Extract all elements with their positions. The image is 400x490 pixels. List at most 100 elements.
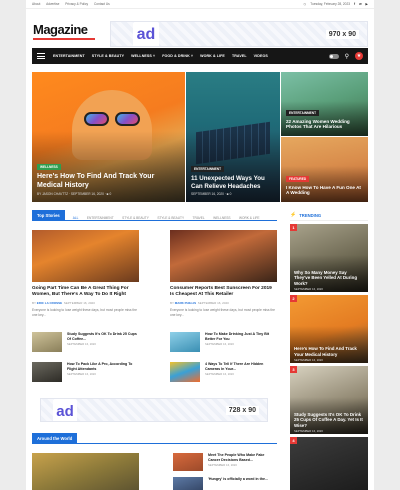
rank-badge: 2 [290,295,297,302]
story-thumb[interactable] [32,362,62,382]
nav-item-style-beauty[interactable]: STYLE & BEAUTY [92,54,124,58]
story-author[interactable]: ERIC LA CROSSE [37,301,62,305]
search-icon[interactable]: ⚲ [345,53,349,60]
hero-second-meta: SEPTEMBER 16, 2020 · ■ 0 [191,192,232,196]
twitter-icon[interactable]: w [359,2,361,6]
flame-icon[interactable]: ★ [355,52,363,60]
facebook-icon[interactable]: f [354,2,355,6]
header-ad-banner[interactable]: ad 970 x 90 [110,21,368,47]
story-title[interactable]: Consumer Reports Best Sunscreen For 2019… [170,286,277,298]
story-thumb[interactable] [173,453,203,471]
nav-item-wellness[interactable]: WELLNESS ˅ [131,54,155,58]
small-story[interactable]: How To Pack Like A Pro, According To Fli… [32,362,139,382]
category-badge[interactable]: WELLNESS [37,164,61,171]
small-story[interactable]: 4 Ways To Tell If There Are Hidden Camer… [170,362,277,382]
story-author[interactable]: MARK PHILLIS [175,301,196,305]
tab-style-beauty[interactable]: STYLE & BEAUTY [122,216,149,220]
category-badge[interactable]: ENTERTAINMENT [191,166,225,173]
tab-entertainment[interactable]: ENTERTAINMENT [87,216,114,220]
content-ad-banner[interactable]: ad 728 x 90 [40,398,268,422]
nav-item-videos[interactable]: VIDEOS [254,54,268,58]
ad-size-label: 970 x 90 [325,30,359,39]
category-badge[interactable]: FEATURED [286,175,310,182]
top-bar: About Advertise Privacy & Policy Contact… [26,0,374,9]
hero-main-title[interactable]: Here's How To Find And Track Your Medica… [37,173,180,190]
small-story[interactable]: How To Make Drinking Just A Tiny Bit Bet… [170,332,277,352]
story-title[interactable]: How To Make Drinking Just A Tiny Bit Bet… [205,332,277,341]
story-image[interactable] [32,230,139,282]
small-story[interactable]: 'Hungry' is officially a word in the... [208,477,274,482]
hero-main-card[interactable]: WELLNESS Here's How To Find And Track Yo… [32,72,185,202]
trending-icon: ⚡ [290,212,297,218]
tab-travel[interactable]: TRAVEL [193,216,205,220]
hero-main-meta: BY JASON CHAVTTZ · SEPTEMBER 16, 2020 · … [37,192,112,196]
category-badge[interactable]: ENTERTAINMENT [286,109,320,116]
story-date: SEPTEMBER 16, 2020 [67,342,96,347]
story-title[interactable]: 'Hungry' is officially a word in the... [208,477,268,482]
story-date: SEPTEMBER 16, 2020 [205,342,234,347]
hero-fourth-card[interactable]: FEATURED I Know How To Have A Fun One At… [281,137,368,202]
trending-title-1[interactable]: Why So Many Money Say They've Been Yelle… [294,270,364,286]
trending-card[interactable]: 4 [290,437,368,490]
tab-wellness[interactable]: WELLNESS [213,216,230,220]
story-excerpt: Everyone is looking to lose weight these… [32,308,138,317]
story-image[interactable] [170,230,277,282]
site-logo[interactable]: Magazine [33,22,88,37]
story-thumb[interactable] [32,332,62,352]
trending-date: SEPTEMBER 16, 2020 [294,428,323,433]
clock-icon: ◷ [303,2,307,6]
hero-third-title[interactable]: 22 Amazing Women Wedding Photos That Are… [286,119,363,130]
hero-third-card[interactable]: ENTERTAINMENT 22 Amazing Women Wedding P… [281,72,368,136]
nav-item-travel[interactable]: TRAVEL [232,54,247,58]
story-card[interactable]: Going Part Time Can Be A Great Thing For… [32,230,139,317]
tab-all[interactable]: ALL [73,216,79,220]
story-date: SEPTEMBER 16, 2020 [67,372,96,377]
link-contact[interactable]: Contact Us [94,2,110,6]
story-image[interactable] [32,453,139,490]
dark-mode-toggle[interactable] [328,53,339,59]
trending-title-2[interactable]: Here's How To Find And Track Your Medica… [294,346,364,357]
logo-underline [33,38,95,40]
trending-sidebar: ⚡ TRENDING 1 Why So Many Money Say They'… [290,210,368,490]
story-title[interactable]: 4 Ways To Tell If There Are Hidden Camer… [205,362,277,371]
hero-fourth-title[interactable]: I Know How To Have A Fun One At A Weddin… [286,185,363,196]
story-title[interactable]: Meet The People Who Make Fake Cancer Dec… [208,453,274,462]
story-title[interactable]: Going Part Time Can Be A Great Thing For… [32,286,139,298]
hero-second-card[interactable]: ENTERTAINMENT 11 Unexpected Ways You Can… [186,72,280,202]
story-card[interactable]: Consumer Reports Best Sunscreen For 2019… [170,230,277,317]
story-title[interactable]: Study Suggests It's OK To Drink 25 Cups … [67,332,139,341]
around-world-section: Around the World Meet The People Who Mak… [32,432,277,490]
tab-work-life[interactable]: WORK & LIFE [239,216,260,220]
page: About Advertise Privacy & Policy Contact… [26,0,374,490]
rank-badge: 1 [290,224,297,231]
trending-card[interactable]: 2 Here's How To Find And Track Your Medi… [290,295,368,363]
small-story[interactable]: Study Suggests It's OK To Drink 25 Cups … [32,332,139,352]
link-advertise[interactable]: Advertise [46,2,59,6]
trending-date: SEPTEMBER 16, 2020 [294,357,323,362]
trending-card[interactable]: 1 Why So Many Money Say They've Been Yel… [290,224,368,292]
trending-title-3[interactable]: Study Suggests It's OK To Drink 25 Cups … [294,412,364,428]
section-title: Top Stories [32,209,65,221]
nav-item-entertainment[interactable]: ENTERTAINMENT [53,54,85,58]
hero-second-title[interactable]: 11 Unexpected Ways You Can Relieve Heada… [191,175,275,190]
story-thumb[interactable] [170,332,200,352]
trending-card[interactable]: 3 Study Suggests It's OK To Drink 25 Cup… [290,366,368,434]
rank-badge: 3 [290,366,297,373]
hamburger-menu-icon[interactable] [37,53,45,59]
nav-item-food-drink[interactable]: FOOD & DRINK ˅ [162,54,193,58]
main-nav: ENTERTAINMENT STYLE & BEAUTY WELLNESS ˅ … [32,48,368,64]
nav-item-work-life[interactable]: WORK & LIFE [200,54,225,58]
header: Magazine ad 970 x 90 [26,9,374,47]
small-story[interactable]: Meet The People Who Make Fake Cancer Dec… [208,453,274,467]
story-thumb[interactable] [173,477,203,490]
story-date: SEPTEMBER 16, 2020 [205,372,234,377]
trending-date: SEPTEMBER 16, 2020 [294,286,323,291]
story-title[interactable]: How To Pack Like A Pro, According To Fli… [67,362,139,371]
link-about[interactable]: About [32,2,40,6]
link-privacy[interactable]: Privacy & Policy [65,2,88,6]
sunglasses-image [84,112,142,126]
tab-style-beauty-2[interactable]: STYLE & BEAUTY [157,216,184,220]
youtube-icon[interactable]: ▶ [366,2,368,6]
story-thumb[interactable] [170,362,200,382]
current-date: Tuesday, February 28, 2023 [310,2,350,6]
